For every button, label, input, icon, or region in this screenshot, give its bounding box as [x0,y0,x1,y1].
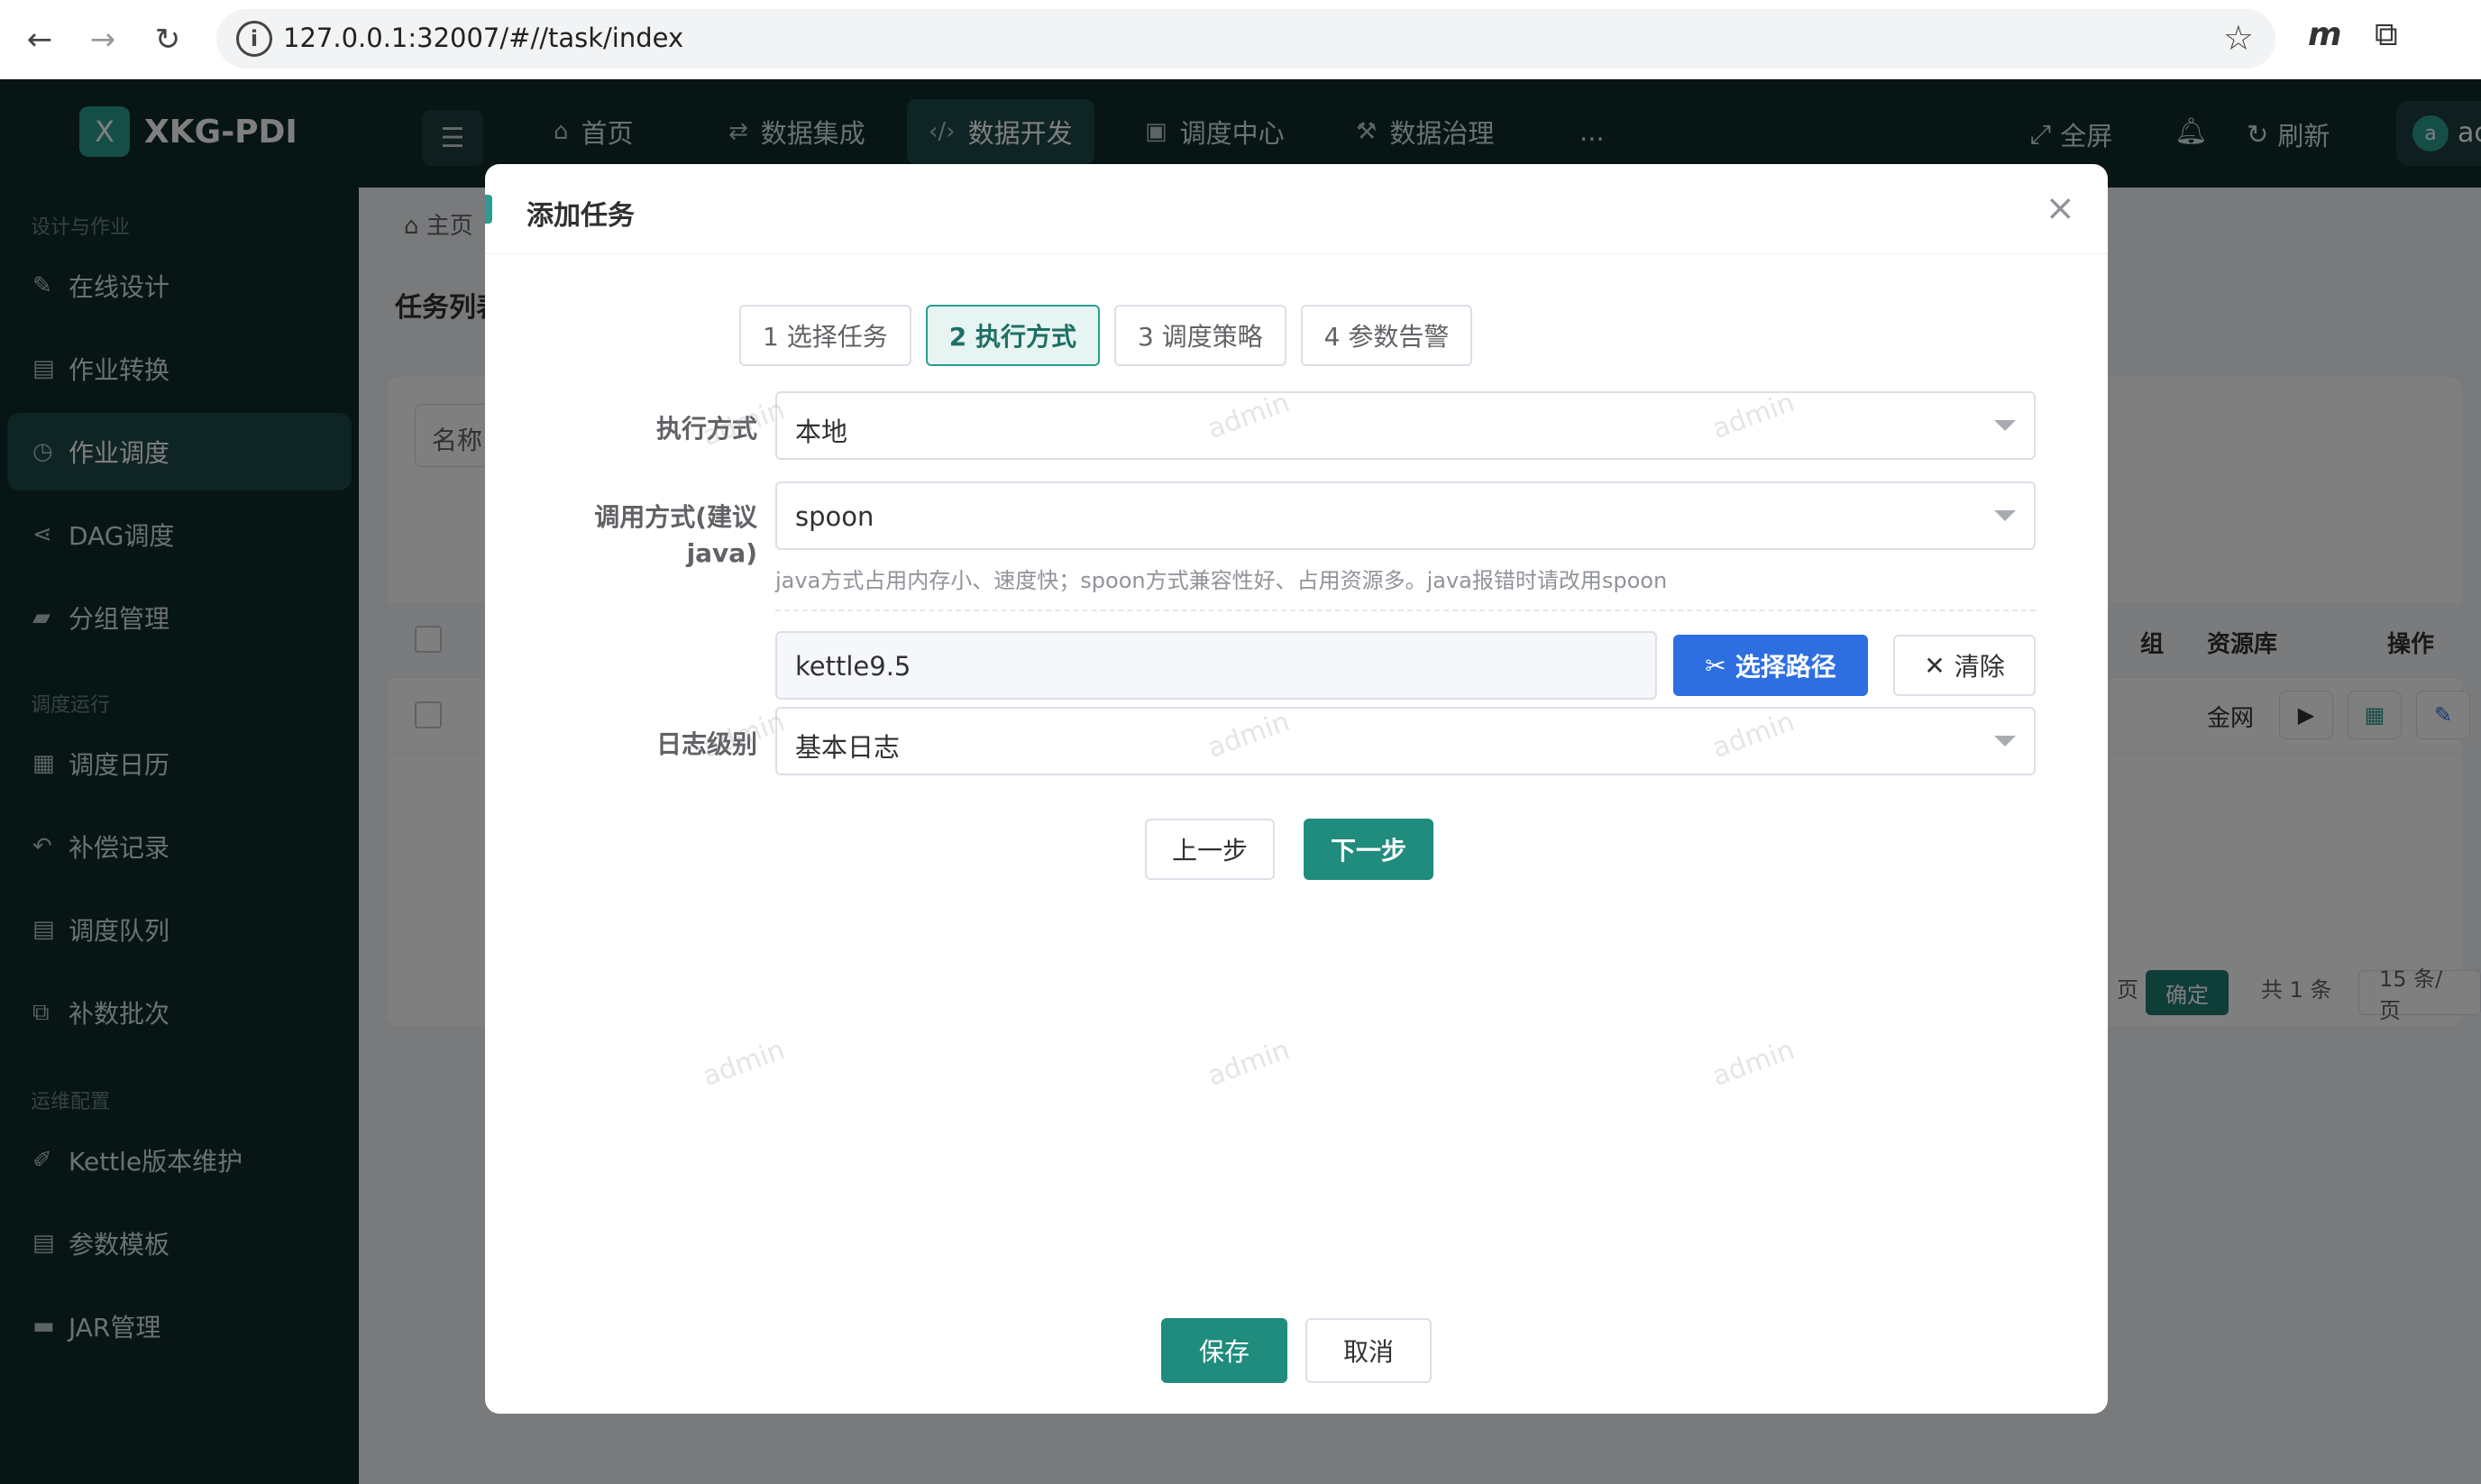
add-task-dialog: 添加任务 × 1 选择任务 2 执行方式 3 调度策略 4 参数告警 执行方式 … [485,164,2108,1414]
step-tabs: 1 选择任务 2 执行方式 3 调度策略 4 参数告警 [739,305,1487,366]
extension-m-icon[interactable]: m [2308,16,2342,53]
close-icon: ✕ [1924,650,1945,681]
clear-button[interactable]: ✕ 清除 [1893,635,2036,696]
kettle-path-input[interactable]: kettle9.5 [775,631,1657,700]
step-tab-schedule-policy[interactable]: 3 调度策略 [1113,305,1286,366]
next-step-button[interactable]: 下一步 [1304,819,1433,880]
form-divider [775,609,2036,611]
chevron-down-icon [1994,510,2016,521]
exec-mode-value: 本地 [795,417,848,447]
address-bar[interactable]: i 127.0.0.1:32007/#//task/index ☆ [216,9,2275,69]
exec-mode-select[interactable]: 本地 [775,391,2036,460]
dialog-header: 添加任务 × [485,164,2108,254]
step-tab-select-task[interactable]: 1 选择任务 [739,305,911,366]
exec-mode-label: 执行方式 [655,414,757,444]
choose-path-label: 选择路径 [1735,652,1836,682]
cancel-button[interactable]: 取消 [1305,1318,1432,1383]
log-level-label: 日志级别 [655,729,757,759]
invoke-mode-select[interactable]: spoon [775,481,2036,550]
log-level-value: 基本日志 [795,732,901,763]
log-level-select[interactable]: 基本日志 [775,707,2036,775]
step-tab-param-alert[interactable]: 4 参数告警 [1300,305,1473,366]
kettle-path-value: kettle9.5 [795,651,911,682]
chevron-down-icon [1994,736,2016,747]
chevron-down-icon [1994,420,2016,431]
invoke-label-line2: java) [686,538,757,568]
watermark: admin [698,1033,790,1094]
tools-icon: ✂ [1705,650,1726,681]
save-button[interactable]: 保存 [1161,1318,1287,1383]
bookmark-star-icon[interactable]: ☆ [2223,18,2254,58]
extensions-puzzle-icon[interactable]: ⧉ [2375,16,2398,54]
prev-step-button[interactable]: 上一步 [1145,819,1275,880]
back-icon[interactable]: ← [16,16,63,63]
title-accent-bar [485,195,492,224]
watermark: admin [1203,1033,1295,1094]
dialog-title: 添加任务 [526,200,635,232]
site-info-icon[interactable]: i [236,21,272,57]
choose-path-button[interactable]: ✂ 选择路径 [1673,635,1868,696]
invoke-mode-hint: java方式占用内存小、速度快；spoon方式兼容性好、占用资源多。java报错… [775,568,1668,593]
watermark: admin [1707,1033,1799,1094]
invoke-label-line1: 调用方式(建议 [594,502,757,532]
close-icon[interactable]: × [2045,188,2075,229]
url-text[interactable]: 127.0.0.1:32007/#//task/index [283,23,683,53]
browser-toolbar: ← → ↻ i 127.0.0.1:32007/#//task/index ☆ … [0,0,2481,79]
clear-label: 清除 [1954,652,2005,682]
step-tab-exec-mode[interactable]: 2 执行方式 [925,305,1100,366]
invoke-mode-value: spoon [795,501,874,532]
forward-icon[interactable]: → [79,16,126,63]
invoke-mode-label: 调用方式(建议 java) [557,499,757,572]
reload-icon[interactable]: ↻ [144,16,191,63]
